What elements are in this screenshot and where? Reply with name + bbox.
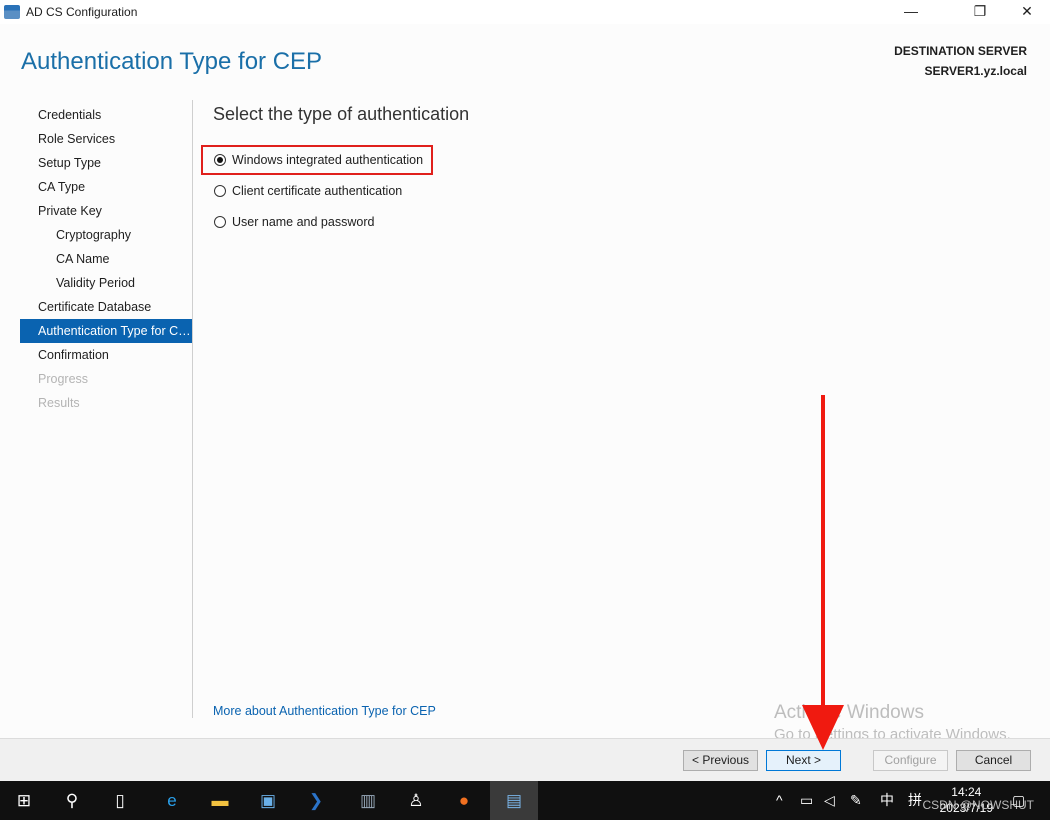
pen-icon[interactable]: ✎ bbox=[850, 781, 862, 820]
radio-icon[interactable] bbox=[214, 216, 226, 228]
search-icon[interactable]: ⚲ bbox=[48, 781, 96, 820]
powershell-icon[interactable]: ❯ bbox=[292, 781, 340, 820]
nav-item: Progress bbox=[38, 372, 89, 386]
ime-indicator[interactable]: 中 bbox=[880, 781, 894, 820]
wizard-nav: Credentials Role Services Setup Type CA Typ… bbox=[20, 103, 192, 415]
server-manager-icon[interactable]: ▣ bbox=[244, 781, 292, 820]
show-hidden-icons[interactable]: ^ bbox=[776, 781, 783, 820]
radio-client-certificate[interactable]: Client certificate authentication bbox=[214, 184, 402, 198]
radio-username-password[interactable]: User name and password bbox=[214, 215, 374, 229]
page-title: Authentication Type for CEP bbox=[21, 48, 323, 75]
next-button[interactable]: Next > bbox=[766, 750, 841, 771]
nav-item[interactable]: Confirmation bbox=[20, 343, 192, 367]
volume-muted-icon[interactable]: ◁ bbox=[824, 781, 835, 820]
start-icon[interactable]: ⊞ bbox=[0, 781, 48, 820]
radio-windows-integrated[interactable]: Windows integrated authentication bbox=[214, 153, 423, 167]
configure-button: Configure bbox=[873, 750, 948, 771]
radio-label: User name and password bbox=[232, 215, 375, 229]
adcs-taskbar-icon[interactable]: ▤ bbox=[490, 781, 538, 820]
file-explorer-icon[interactable]: ▬ bbox=[196, 781, 244, 820]
adcs-app-icon bbox=[4, 5, 20, 19]
nav-item[interactable]: Credentials bbox=[20, 103, 192, 127]
taskbar: ⊞ ⚲ ▯ e ▬ ▣ ❯ ▥ ♙ ● ▤ ^ ▭ ◁ ✎ 中 拼 14:24 … bbox=[0, 781, 1050, 820]
nav-item[interactable]: Certificate Database bbox=[20, 295, 192, 319]
title-bar: AD CS Configuration — ❐ ✕ bbox=[0, 0, 1050, 24]
admin-tools-icon[interactable]: ▥ bbox=[344, 781, 392, 820]
nav-item[interactable]: Private Key bbox=[20, 199, 192, 223]
nav-item[interactable]: Cryptography bbox=[20, 223, 192, 247]
destination-server-name: SERVER1.yz.local bbox=[924, 64, 1028, 78]
radio-label: Windows integrated authentication bbox=[232, 153, 424, 167]
nav-item[interactable]: CA Name bbox=[20, 247, 192, 271]
network-tool-icon[interactable]: ♙ bbox=[392, 781, 440, 820]
ime-mode-indicator[interactable]: 拼 bbox=[908, 781, 922, 820]
minimize-button[interactable]: — bbox=[888, 0, 934, 24]
nav-item[interactable]: Authentication Type for CEP bbox=[20, 319, 192, 343]
radio-label: Client certificate authentication bbox=[232, 184, 403, 198]
window-title: AD CS Configuration bbox=[26, 5, 138, 19]
radio-selected-icon[interactable] bbox=[214, 154, 226, 166]
divider bbox=[192, 100, 193, 718]
task-view-icon[interactable]: ▯ bbox=[96, 781, 144, 820]
restore-button[interactable]: ❐ bbox=[957, 0, 1003, 24]
section-heading: Select the type of authentication bbox=[213, 104, 470, 124]
close-button[interactable]: ✕ bbox=[1004, 0, 1050, 24]
previous-button[interactable]: < Previous bbox=[683, 750, 758, 771]
nav-item[interactable]: CA Type bbox=[20, 175, 192, 199]
nav-item[interactable]: Setup Type bbox=[20, 151, 192, 175]
destination-label: DESTINATION SERVER bbox=[894, 44, 1027, 58]
network-icon[interactable]: ▭ bbox=[800, 781, 813, 820]
annotation-arrow bbox=[802, 395, 844, 750]
notifications-icon[interactable]: ▢ bbox=[1012, 781, 1025, 820]
nav-item: Results bbox=[38, 396, 80, 410]
firefox-icon[interactable]: ● bbox=[440, 781, 488, 820]
radio-icon[interactable] bbox=[214, 185, 226, 197]
more-about-link[interactable]: More about Authentication Type for CEP bbox=[213, 704, 436, 718]
internet-explorer-icon[interactable]: e bbox=[148, 781, 196, 820]
nav-item[interactable]: Validity Period bbox=[20, 271, 192, 295]
destination-server: DESTINATION SERVER SERVER1.yz.local bbox=[894, 41, 1027, 81]
cancel-button[interactable]: Cancel bbox=[956, 750, 1031, 771]
nav-item[interactable]: Role Services bbox=[20, 127, 192, 151]
